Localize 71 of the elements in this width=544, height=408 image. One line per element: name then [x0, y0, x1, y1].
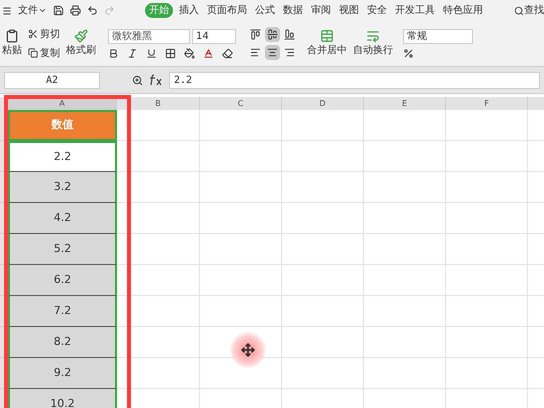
search-icon [514, 6, 524, 16]
vertical-align-icon [267, 29, 278, 40]
save-icon[interactable] [53, 5, 64, 16]
ribbon-tab[interactable]: 页面布局 [205, 3, 249, 18]
vertical-align-button[interactable] [282, 27, 297, 42]
caret-icon [38, 6, 47, 15]
fx-icon[interactable] [149, 74, 163, 86]
formula-input[interactable]: 2.2 [169, 72, 540, 88]
value-cell[interactable]: 3.2 [8, 172, 117, 203]
ribbon-tab[interactable]: 审阅 [309, 3, 333, 18]
column-header[interactable]: B [117, 97, 200, 110]
horizontal-align-icon [267, 47, 278, 58]
copy-icon [28, 48, 38, 58]
ribbon-tab[interactable]: 特色应用 [441, 3, 485, 18]
horizontal-align-icon [284, 47, 295, 58]
zoom-icon[interactable] [132, 74, 143, 86]
clipboard-icon [5, 29, 19, 43]
borders-icon[interactable] [165, 48, 176, 58]
file-menu[interactable]: 文件 [18, 3, 47, 18]
copy-button[interactable]: 复制 [28, 46, 60, 60]
ribbon-tab[interactable]: 数据 [281, 3, 305, 18]
bold-icon[interactable] [108, 48, 119, 58]
value-cell[interactable]: 5.2 [8, 234, 117, 265]
value-cell[interactable]: 7.2 [8, 296, 117, 327]
vertical-align-button[interactable] [248, 27, 263, 42]
fill-color-icon[interactable] [184, 48, 195, 58]
ribbon-tab[interactable]: 公式 [253, 3, 277, 18]
column-header[interactable]: F [446, 97, 528, 110]
value-cell[interactable]: 2.2 [8, 141, 117, 172]
column-header[interactable]: D [282, 97, 364, 110]
search-button[interactable]: 查找 [514, 3, 544, 18]
merge-cells-icon [320, 29, 334, 43]
underline-icon[interactable] [146, 48, 157, 58]
move-cursor-icon [241, 343, 255, 357]
value-cell[interactable]: 10.2 [8, 389, 117, 408]
brush-icon [74, 29, 88, 43]
value-cell[interactable]: 4.2 [8, 203, 117, 234]
format-painter-button[interactable]: 格式刷 [66, 29, 96, 58]
vertical-align-button[interactable] [265, 27, 280, 42]
column-header[interactable]: E [364, 97, 446, 110]
percent-icon[interactable] [403, 48, 414, 58]
font-color-icon[interactable] [203, 48, 214, 58]
value-cell[interactable]: 8.2 [8, 327, 117, 358]
italic-icon[interactable] [127, 48, 138, 58]
number-format-field[interactable]: 常规 [403, 28, 473, 44]
ribbon-tab[interactable]: 开发工具 [393, 3, 437, 18]
font-name-field[interactable]: 微软雅黑 [108, 28, 190, 44]
horizontal-align-button[interactable] [265, 45, 280, 60]
vertical-align-icon [284, 29, 295, 40]
redo-icon[interactable] [104, 5, 115, 16]
column-header[interactable]: C [200, 97, 282, 110]
font-size-field[interactable]: 14 [192, 28, 236, 44]
horizontal-align-icon [250, 47, 261, 58]
print-icon[interactable] [70, 5, 81, 16]
wrap-text-button[interactable]: 自动换行 [353, 29, 393, 58]
ribbon-tab[interactable]: 安全 [365, 3, 389, 18]
cursor-highlight [230, 332, 266, 368]
value-cell[interactable]: 9.2 [8, 358, 117, 389]
value-cell[interactable]: 6.2 [8, 265, 117, 296]
menu-icon[interactable] [2, 6, 12, 16]
cut-button[interactable]: 剪切 [28, 26, 60, 42]
paste-button[interactable]: 粘贴 [2, 29, 22, 58]
ribbon-tab[interactable]: 插入 [177, 3, 201, 18]
merge-center-button[interactable]: 合并居中 [307, 29, 347, 58]
wrap-text-icon [366, 29, 380, 43]
cell-name-box[interactable]: A2 [4, 72, 100, 88]
scissors-icon [28, 29, 38, 39]
vertical-align-icon [250, 29, 261, 40]
ribbon-tab[interactable]: 视图 [337, 3, 361, 18]
eraser-icon[interactable] [222, 48, 233, 58]
undo-icon[interactable] [87, 5, 98, 16]
